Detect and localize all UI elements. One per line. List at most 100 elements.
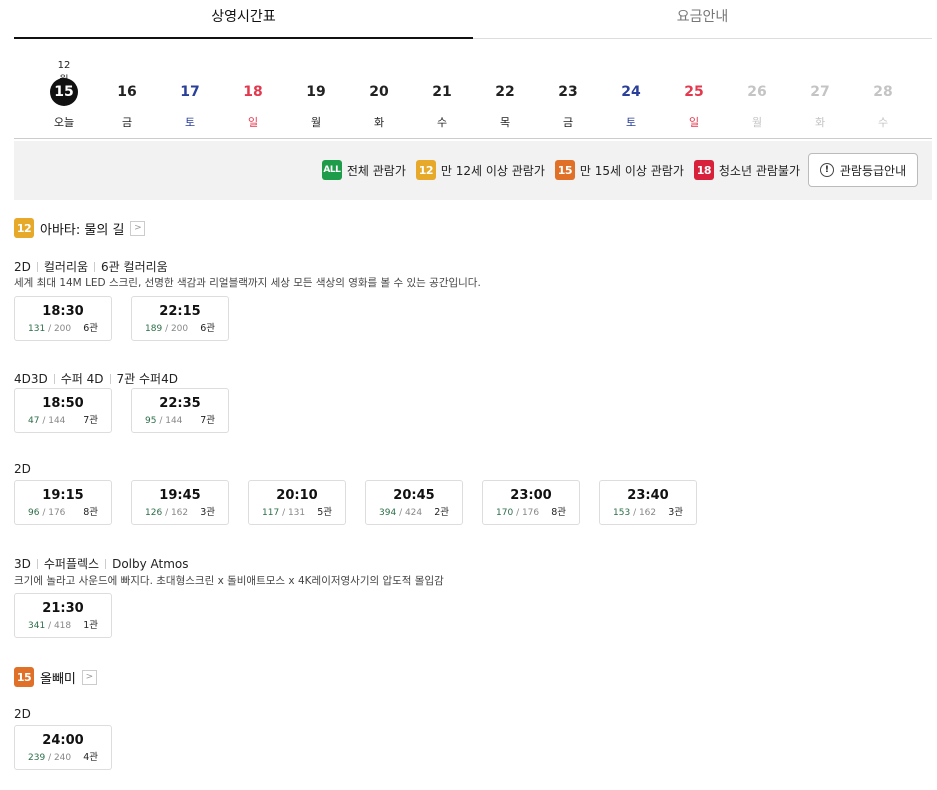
seat-count: 341 / 418 — [28, 621, 71, 631]
date-item[interactable]: 17 토 — [170, 78, 210, 130]
movie-title[interactable]: 올빼미 — [40, 668, 76, 687]
rating-15-label: 만 15세 이상 관람가 — [579, 163, 684, 178]
date-weekday: 월 — [310, 116, 322, 129]
tab-pricing[interactable]: 요금안내 — [473, 0, 932, 38]
date-number: 21 — [432, 84, 452, 100]
format-hall: 7관 수퍼4D — [116, 372, 178, 386]
date-item[interactable]: 22 목 — [485, 78, 525, 130]
format-type: 3D — [14, 556, 31, 571]
showtime-button[interactable]: 20:45 394 / 424 2관 — [365, 480, 463, 525]
showtime-time: 19:15 — [42, 488, 84, 503]
date-weekday: 화 — [373, 116, 385, 129]
screen-name: 6관 — [83, 323, 98, 334]
date-number: 26 — [747, 84, 767, 100]
date-number: 22 — [495, 84, 515, 100]
divider — [109, 373, 111, 384]
format-row: 4D3D 수퍼 4D 7관 수퍼4D — [14, 370, 178, 387]
date-item[interactable]: 20 화 — [359, 78, 399, 130]
showtime-time: 23:00 — [510, 488, 552, 503]
showtime-button[interactable]: 18:30 131 / 200 6관 — [14, 296, 112, 341]
date-weekday: 오늘 — [53, 116, 75, 129]
showtime-button[interactable]: 18:50 47 / 144 7관 — [14, 388, 112, 433]
seats-available: 117 — [262, 508, 280, 518]
date-number: 18 — [243, 84, 263, 100]
rating-12-icon: 12 — [415, 160, 436, 180]
seat-count: 131 / 200 — [28, 324, 71, 334]
date-item: 28 수 — [863, 78, 903, 130]
date-weekday: 금 — [562, 116, 574, 129]
tab-schedule[interactable]: 상영시간표 — [14, 0, 473, 39]
movie-title[interactable]: 아바타: 물의 길 — [40, 219, 124, 238]
rating-18-legend: 18 청소년 관람불가 — [693, 160, 800, 180]
showtime-button[interactable]: 24:00 239 / 240 4관 — [14, 725, 112, 770]
format-type: 4D3D — [14, 371, 48, 386]
seat-count: 126 / 162 — [145, 508, 188, 518]
showtime-button[interactable]: 21:30 341 / 418 1관 — [14, 593, 112, 638]
seats-total: / 176 — [516, 508, 540, 518]
info-icon: ! — [819, 163, 834, 177]
seats-available: 95 — [145, 416, 157, 426]
seats-total: / 162 — [633, 508, 657, 518]
date-weekday: 월 — [751, 116, 763, 129]
seats-available: 189 — [145, 324, 163, 334]
seat-count: 394 / 424 — [379, 508, 422, 518]
date-number: 15 — [50, 78, 78, 106]
screen-name: 7관 — [200, 415, 215, 426]
showtime-time: 18:50 — [42, 396, 84, 411]
date-item[interactable]: 16 금 — [107, 78, 147, 130]
date-item[interactable]: 21 수 — [422, 78, 462, 130]
date-number: 24 — [621, 84, 641, 100]
seats-total: / 131 — [282, 508, 306, 518]
seats-available: 47 — [28, 416, 40, 426]
format-name: 수퍼 4D — [60, 372, 104, 386]
showtime-button[interactable]: 22:15 189 / 200 6관 — [131, 296, 229, 341]
seats-total: / 200 — [48, 324, 72, 334]
divider — [36, 558, 38, 569]
seats-available: 239 — [28, 753, 46, 763]
format-hall: 6관 컬러리움 — [101, 260, 168, 274]
seats-available: 341 — [28, 621, 46, 631]
seat-count: 47 / 144 — [28, 416, 65, 426]
date-item: 26 월 — [737, 78, 777, 130]
seats-total: / 418 — [48, 621, 72, 631]
seats-available: 126 — [145, 508, 163, 518]
showtime-button[interactable]: 20:10 117 / 131 5관 — [248, 480, 346, 525]
seats-total: / 240 — [48, 753, 72, 763]
rating-all-icon: ALL — [321, 160, 342, 180]
date-item[interactable]: 19 월 — [296, 78, 336, 130]
screen-name: 8관 — [83, 507, 98, 518]
screen-name: 3관 — [668, 507, 683, 518]
rating-guide-button[interactable]: ! 관람등급안내 — [808, 153, 918, 187]
format-row: 2D — [14, 707, 31, 721]
date-item[interactable]: 15 오늘 — [44, 78, 84, 130]
showtime-list: 18:30 131 / 200 6관 22:15 189 / 200 6관 — [14, 296, 248, 341]
rating-18-label: 청소년 관람불가 — [718, 163, 800, 178]
format-name: 컬러리움 — [43, 260, 89, 274]
date-item[interactable]: 18 일 — [233, 78, 273, 130]
format-row: 3D 수퍼플렉스 Dolby Atmos — [14, 555, 189, 572]
showtime-list: 18:50 47 / 144 7관 22:35 95 / 144 7관 — [14, 388, 248, 433]
movie-title-row: 15 올빼미 > — [14, 667, 97, 687]
seats-total: / 200 — [165, 324, 189, 334]
showtime-button[interactable]: 22:35 95 / 144 7관 — [131, 388, 229, 433]
seats-total: / 144 — [42, 416, 66, 426]
showtime-button[interactable]: 23:00 170 / 176 8관 — [482, 480, 580, 525]
showtime-time: 20:45 — [393, 488, 435, 503]
date-number: 25 — [684, 84, 704, 100]
date-item[interactable]: 23 금 — [548, 78, 588, 130]
seats-total: / 424 — [399, 508, 423, 518]
divider — [94, 261, 96, 272]
showtime-button[interactable]: 19:15 96 / 176 8관 — [14, 480, 112, 525]
showtime-button[interactable]: 23:40 153 / 162 3관 — [599, 480, 697, 525]
screen-name: 2관 — [434, 507, 449, 518]
showtime-time: 20:10 — [276, 488, 318, 503]
format-row: 2D — [14, 462, 31, 476]
chevron-right-icon[interactable]: > — [81, 669, 97, 685]
showtime-time: 19:45 — [159, 488, 201, 503]
date-item[interactable]: 24 토 — [611, 78, 651, 130]
showtime-button[interactable]: 19:45 126 / 162 3관 — [131, 480, 229, 525]
seats-available: 96 — [28, 508, 40, 518]
chevron-right-icon[interactable]: > — [130, 220, 146, 236]
date-item[interactable]: 25 일 — [674, 78, 714, 130]
rating-legend-bar: ALL 전체 관람가 12 만 12세 이상 관람가 15 만 15세 이상 관… — [14, 141, 932, 200]
